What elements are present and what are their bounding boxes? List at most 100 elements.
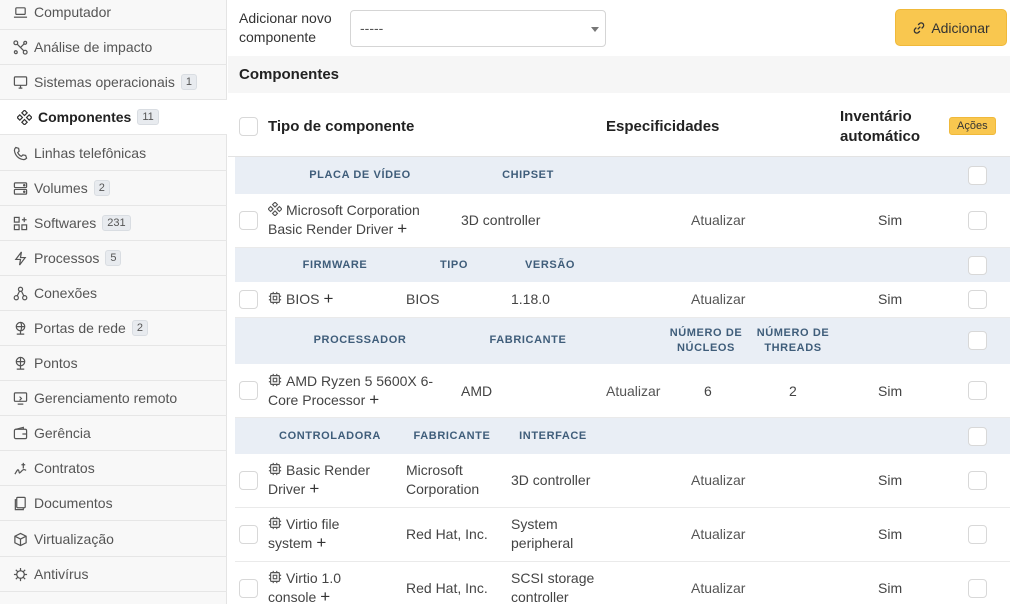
spec-value: Red Hat, Inc.: [406, 526, 488, 542]
sidebar-item-contratos[interactable]: Contratos: [0, 451, 227, 486]
row-checkbox[interactable]: [239, 381, 258, 400]
spec-value: System peripheral: [511, 516, 574, 551]
sidebar-item-documentos[interactable]: Documentos: [0, 486, 227, 521]
component-type-select[interactable]: -----: [350, 10, 606, 47]
remote-icon: [11, 389, 29, 407]
main-content: Adicionar novo componente ----- Adiciona…: [228, 0, 1010, 604]
sidebar-item-label: Antivírus: [34, 566, 89, 582]
contract-icon: [11, 459, 29, 477]
sidebar-item-label: Softwares: [34, 215, 97, 231]
update-link[interactable]: Atualizar: [606, 382, 660, 401]
sidebar-item-portas-de-rede[interactable]: Portas de rede 2: [0, 311, 227, 346]
table-row[interactable]: AMD Ryzen 5 5600X 6-Core Processor + AMD …: [235, 364, 1010, 418]
row-checkbox[interactable]: [239, 290, 258, 309]
row-checkbox[interactable]: [239, 525, 258, 544]
auto-inventory-value: Sim: [878, 212, 903, 228]
row-action-checkbox[interactable]: [968, 290, 987, 309]
table-row[interactable]: Basic Render Driver + Microsoft Corporati…: [235, 454, 1010, 508]
row-checkbox[interactable]: [239, 579, 258, 598]
sidebar-item-gerenciamento-remoto[interactable]: Gerenciamento remoto: [0, 381, 227, 416]
spec-value: Microsoft Corporation: [406, 462, 480, 497]
sidebar-item-label: Computador: [34, 4, 112, 20]
table-row[interactable]: Virtio 1.0 console + Red Hat, Inc. SCSI s…: [235, 562, 1010, 604]
column-header-type[interactable]: Tipo de componente: [268, 117, 414, 137]
group-header: CONTROLADORA FABRICANTE INTERFACE: [235, 418, 1010, 454]
column-header-specs[interactable]: Especificidades: [606, 117, 719, 137]
section-title: Componentes: [228, 56, 1010, 93]
sidebar: Computador Análise de impacto Sistemas o…: [0, 0, 227, 604]
sidebar-item-componentes[interactable]: Componentes 11: [0, 100, 227, 135]
cube-icon: [11, 530, 29, 548]
row-action-checkbox[interactable]: [968, 471, 987, 490]
sidebar-item-volumes[interactable]: Volumes 2: [0, 171, 227, 206]
virus-icon: [11, 565, 29, 583]
wallet-icon: [11, 424, 29, 442]
select-value: -----: [360, 20, 384, 36]
row-action-checkbox[interactable]: [968, 381, 987, 400]
sidebar-item-linhas-telefonicas[interactable]: Linhas telefônicas: [0, 136, 227, 171]
sidebar-item-softwares[interactable]: Softwares 231: [0, 206, 227, 241]
plus-icon[interactable]: +: [316, 534, 326, 551]
update-link[interactable]: Atualizar: [691, 525, 745, 544]
spec-value: 6: [704, 383, 712, 399]
chip-icon: [268, 462, 282, 476]
row-checkbox[interactable]: [239, 471, 258, 490]
component-name[interactable]: Basic Render Driver +: [268, 461, 388, 499]
sidebar-item-virtualizacao[interactable]: Virtualização: [0, 522, 227, 557]
sidebar-item-antivirus[interactable]: Antivírus: [0, 557, 227, 592]
spec-value: 3D controller: [511, 472, 591, 488]
group-checkbox[interactable]: [968, 331, 987, 350]
component-name[interactable]: Microsoft Corporation Basic Render Drive…: [268, 201, 438, 239]
component-name[interactable]: AMD Ryzen 5 5600X 6-Core Processor +: [268, 372, 448, 410]
row-action-checkbox[interactable]: [968, 211, 987, 230]
group-column-header: PLACA DE VÍDEO: [309, 169, 411, 181]
update-link[interactable]: Atualizar: [691, 579, 745, 598]
add-button-label: Adicionar: [931, 19, 990, 36]
sidebar-item-sistemas-operacionais[interactable]: Sistemas operacionais 1: [0, 65, 227, 100]
table-row[interactable]: Virtio file system + Red Hat, Inc. System…: [235, 508, 1010, 562]
table-row[interactable]: BIOS + BIOS 1.18.0 Atualizar Sim: [235, 282, 1010, 318]
spec-value: SCSI storage controller: [511, 570, 595, 604]
row-action-checkbox[interactable]: [968, 579, 987, 598]
spec-value: 3D controller: [461, 212, 541, 228]
chip-icon: [268, 516, 282, 530]
update-link[interactable]: Atualizar: [691, 211, 745, 230]
update-link[interactable]: Atualizar: [691, 290, 745, 309]
sidebar-item-label: Volumes: [34, 180, 88, 196]
component-name[interactable]: BIOS +: [268, 290, 398, 309]
update-link[interactable]: Atualizar: [691, 471, 745, 490]
count-badge: 11: [137, 109, 159, 125]
add-button[interactable]: Adicionar: [895, 9, 1007, 46]
sidebar-item-pontos[interactable]: Pontos: [0, 346, 227, 381]
plus-icon[interactable]: +: [323, 290, 333, 307]
sidebar-item-computador[interactable]: Computador: [0, 0, 227, 30]
plus-icon[interactable]: +: [320, 588, 330, 604]
actions-button[interactable]: Ações: [949, 117, 996, 135]
group-checkbox[interactable]: [968, 166, 987, 185]
link-icon: [914, 21, 925, 34]
table-row[interactable]: Microsoft Corporation Basic Render Drive…: [235, 194, 1010, 248]
row-action-checkbox[interactable]: [968, 525, 987, 544]
sidebar-item-conexoes[interactable]: Conexões: [0, 276, 227, 311]
plus-icon[interactable]: +: [369, 391, 379, 408]
component-name[interactable]: Virtio file system +: [268, 515, 368, 553]
plus-icon[interactable]: +: [397, 220, 407, 237]
group-checkbox[interactable]: [968, 256, 987, 275]
row-checkbox[interactable]: [239, 211, 258, 230]
sidebar-item-processos[interactable]: Processos 5: [0, 241, 227, 276]
socket-icon: [11, 354, 29, 372]
components-icon: [15, 108, 33, 126]
sidebar-item-gerencia[interactable]: Gerência: [0, 416, 227, 451]
connections-icon: [11, 284, 29, 302]
components-icon: [268, 202, 282, 216]
group-column-header: NÚMERO DE NÚCLEOS: [669, 327, 743, 354]
sidebar-item-analise-impacto[interactable]: Análise de impacto: [0, 30, 227, 65]
sidebar-item-label: Sistemas operacionais: [34, 74, 175, 90]
phone-icon: [11, 144, 29, 162]
component-name[interactable]: Virtio 1.0 console +: [268, 569, 368, 604]
desktop-icon: [11, 73, 29, 91]
plus-icon[interactable]: +: [309, 480, 319, 497]
column-header-inventory[interactable]: Inventário automático: [840, 107, 940, 147]
group-checkbox[interactable]: [968, 427, 987, 446]
select-all-checkbox[interactable]: [239, 117, 258, 136]
